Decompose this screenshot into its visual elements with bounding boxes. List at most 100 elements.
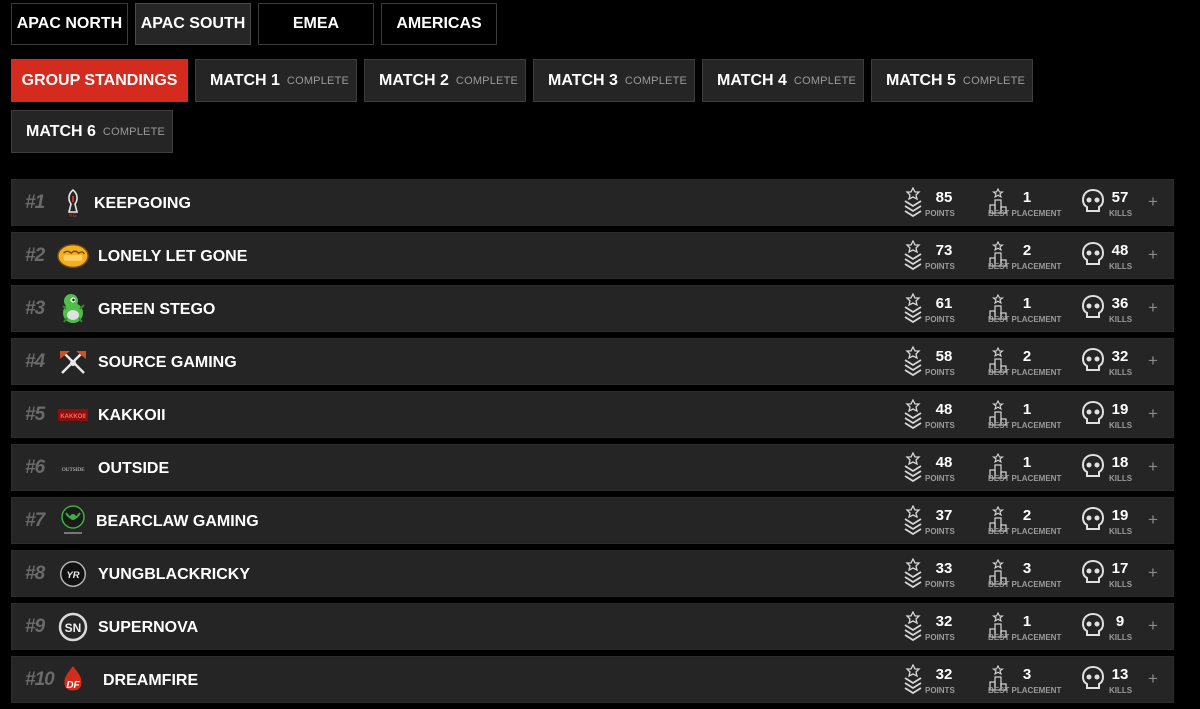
kills-value: 19 bbox=[1111, 401, 1129, 418]
keepgoing-logo: KG bbox=[56, 186, 90, 220]
standings-list: #1 KG KEEPGOING 85 POINTS 1 BEST PLACEMENT 57 KI… bbox=[11, 179, 1174, 709]
expand-icon[interactable]: + bbox=[1148, 192, 1158, 212]
best-placement-value: 1 bbox=[1022, 401, 1032, 418]
outside-logo: OUTSIDE bbox=[56, 451, 90, 485]
standings-row[interactable]: #1 KG KEEPGOING 85 POINTS 1 BEST PLACEMENT 57 KI… bbox=[11, 179, 1174, 226]
points-value: 48 bbox=[935, 401, 953, 418]
best-placement-value: 1 bbox=[1022, 189, 1032, 206]
tab-apac-north[interactable]: APAC NORTH bbox=[11, 3, 128, 45]
ybr-logo: YR bbox=[56, 557, 90, 591]
expand-icon[interactable]: + bbox=[1148, 298, 1158, 318]
expand-icon[interactable]: + bbox=[1148, 616, 1158, 636]
kills-value: 32 bbox=[1111, 348, 1129, 365]
match-tabs: GROUP STANDINGS MATCH 1 COMPLETE MATCH 2… bbox=[11, 59, 1041, 153]
standings-row[interactable]: #8 YR YUNGBLACKRICKY 33 POINTS 3 BEST PLACEMEN… bbox=[11, 550, 1174, 597]
svg-text:SN: SN bbox=[65, 621, 82, 635]
points-value: 33 bbox=[935, 560, 953, 577]
rank: #1 bbox=[25, 192, 45, 213]
tab-emea[interactable]: EMEA bbox=[258, 3, 374, 45]
team-name: KAKKOII bbox=[98, 407, 166, 424]
skull-icon bbox=[1081, 241, 1105, 271]
standings-row[interactable]: #4 SOURCE GAMING 58 POINTS 2 BEST PLACEMENT 32… bbox=[11, 338, 1174, 385]
points-icon bbox=[903, 663, 923, 699]
best-placement-value: 2 bbox=[1022, 507, 1032, 524]
standings-row[interactable]: #5 KAKKOII KAKKOII 48 POINTS 1 BEST PLACEMENT 1… bbox=[11, 391, 1174, 438]
tab-match-2[interactable]: MATCH 2 COMPLETE bbox=[364, 59, 526, 102]
points-icon bbox=[903, 610, 923, 646]
rank: #6 bbox=[25, 457, 45, 478]
tab-label: MATCH 6 bbox=[26, 122, 96, 140]
standings-row[interactable]: #6 OUTSIDE OUTSIDE 48 POINTS 1 BEST PLACEMENT 1… bbox=[11, 444, 1174, 491]
best-placement-value: 2 bbox=[1022, 242, 1032, 259]
expand-icon[interactable]: + bbox=[1148, 351, 1158, 371]
expand-icon[interactable]: + bbox=[1148, 404, 1158, 424]
kills-value: 36 bbox=[1111, 295, 1129, 312]
points-label: POINTS bbox=[925, 368, 955, 377]
points-icon bbox=[903, 398, 923, 434]
best-placement-value: 1 bbox=[1022, 295, 1032, 312]
skull-icon bbox=[1081, 506, 1105, 536]
points-icon bbox=[903, 345, 923, 381]
best-placement-label: BEST PLACEMENT bbox=[988, 262, 1062, 271]
standings-row[interactable]: #2 LONELY LET GONE 73 POINTS 2 BEST PLACEMENT… bbox=[11, 232, 1174, 279]
region-tabs: APAC NORTH APAC SOUTH EMEA AMERICAS bbox=[11, 3, 497, 45]
expand-icon[interactable]: + bbox=[1148, 563, 1158, 583]
rank: #4 bbox=[25, 351, 45, 372]
points-label: POINTS bbox=[925, 527, 955, 536]
tab-apac-south[interactable]: APAC SOUTH bbox=[135, 3, 251, 45]
tab-status: COMPLETE bbox=[624, 74, 688, 87]
points-icon bbox=[903, 451, 923, 487]
svg-text:OUTSIDE: OUTSIDE bbox=[62, 467, 86, 473]
kills-value: 57 bbox=[1111, 189, 1129, 206]
best-placement-value: 1 bbox=[1022, 613, 1032, 630]
expand-icon[interactable]: + bbox=[1148, 457, 1158, 477]
standings-row[interactable]: #10 DF DREAMFIRE 32 POINTS 3 BEST PLACEMENT 13 K… bbox=[11, 656, 1174, 703]
tab-match-6[interactable]: MATCH 6 COMPLETE bbox=[11, 110, 173, 153]
tab-americas[interactable]: AMERICAS bbox=[381, 3, 497, 45]
tab-status: COMPLETE bbox=[793, 74, 857, 87]
tab-match-1[interactable]: MATCH 1 COMPLETE bbox=[195, 59, 357, 102]
points-icon bbox=[903, 239, 923, 275]
points-value: 32 bbox=[935, 666, 953, 683]
kills-label: KILLS bbox=[1109, 262, 1133, 271]
svg-text:YR: YR bbox=[66, 570, 79, 581]
best-placement-label: BEST PLACEMENT bbox=[988, 315, 1062, 324]
tab-label: MATCH 2 bbox=[379, 71, 449, 89]
standings-row[interactable]: #9 SN SUPERNOVA 32 POINTS 1 BEST PLACEMENT 9 KIL… bbox=[11, 603, 1174, 650]
team-name: KEEPGOING bbox=[94, 195, 191, 212]
tab-status: COMPLETE bbox=[455, 74, 519, 87]
dino-logo bbox=[56, 292, 90, 326]
expand-icon[interactable]: + bbox=[1148, 510, 1158, 530]
points-icon bbox=[903, 292, 923, 328]
kills-label: KILLS bbox=[1109, 686, 1133, 695]
points-value: 37 bbox=[935, 507, 953, 524]
kills-label: KILLS bbox=[1109, 315, 1133, 324]
team-name: SOURCE GAMING bbox=[98, 354, 237, 371]
points-label: POINTS bbox=[925, 474, 955, 483]
points-value: 48 bbox=[935, 454, 953, 471]
team-name: YUNGBLACKRICKY bbox=[98, 566, 250, 583]
kills-value: 9 bbox=[1115, 613, 1125, 630]
best-placement-label: BEST PLACEMENT bbox=[988, 421, 1062, 430]
svg-text:KAKKOII: KAKKOII bbox=[60, 414, 86, 420]
expand-icon[interactable]: + bbox=[1148, 245, 1158, 265]
tab-label: MATCH 1 bbox=[210, 71, 280, 89]
rank: #8 bbox=[25, 563, 45, 584]
tab-group-standings[interactable]: GROUP STANDINGS bbox=[11, 59, 188, 102]
team-name: OUTSIDE bbox=[98, 460, 170, 477]
kills-value: 13 bbox=[1111, 666, 1129, 683]
skull-icon bbox=[1081, 188, 1105, 218]
standings-row[interactable]: #3 GREEN STEGO 61 POINTS 1 BEST PLACEMENT 36 KI… bbox=[11, 285, 1174, 332]
tab-match-4[interactable]: MATCH 4 COMPLETE bbox=[702, 59, 864, 102]
points-value: 73 bbox=[935, 242, 953, 259]
points-label: POINTS bbox=[925, 262, 955, 271]
team-name: SUPERNOVA bbox=[98, 619, 199, 636]
tab-match-5[interactable]: MATCH 5 COMPLETE bbox=[871, 59, 1033, 102]
tab-status: COMPLETE bbox=[102, 125, 166, 138]
tab-match-3[interactable]: MATCH 3 COMPLETE bbox=[533, 59, 695, 102]
standings-row[interactable]: #7 BEARCLAW GAMING 37 POINTS 2 BEST PLACEMENT… bbox=[11, 497, 1174, 544]
svg-text:KG: KG bbox=[69, 213, 76, 218]
rank: #7 bbox=[25, 510, 45, 531]
points-icon bbox=[903, 186, 923, 222]
expand-icon[interactable]: + bbox=[1148, 669, 1158, 689]
